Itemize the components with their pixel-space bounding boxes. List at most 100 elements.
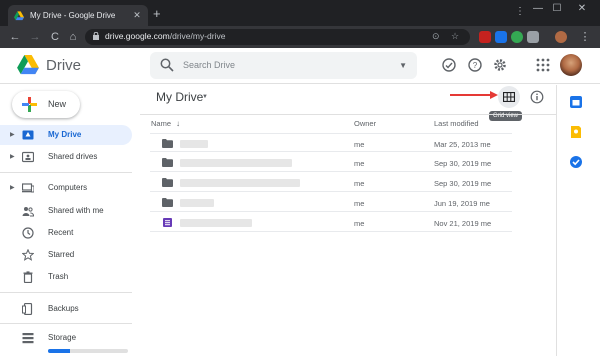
- sidebar-item-recent[interactable]: Recent: [0, 223, 132, 243]
- sidebar-item-storage[interactable]: Storage: [0, 328, 132, 348]
- home-button[interactable]: ⌂: [66, 30, 80, 44]
- bookmark-star-icon[interactable]: ☆: [451, 31, 459, 42]
- settings-gear-icon[interactable]: [492, 57, 508, 73]
- breadcrumb[interactable]: My Drive: [156, 90, 203, 104]
- help-icon[interactable]: ?: [467, 57, 483, 73]
- url-host: drive.google.com: [105, 31, 170, 41]
- folder-icon: [162, 198, 173, 207]
- sidebar-item-label: My Drive: [48, 130, 82, 139]
- column-header-owner[interactable]: Owner: [354, 119, 376, 128]
- drive-brand[interactable]: Drive: [46, 57, 81, 74]
- search-placeholder: Search Drive: [183, 60, 236, 70]
- sidebar-divider: [0, 172, 132, 173]
- new-tab-button[interactable]: +: [153, 7, 161, 20]
- people-icon: [22, 207, 34, 217]
- backups-icon: [22, 303, 33, 315]
- browser-menu-icon[interactable]: ⋮: [578, 30, 592, 44]
- storage-usage-fill: [48, 349, 71, 353]
- tasks-icon[interactable]: [569, 155, 583, 169]
- address-bar[interactable]: drive.google.com/drive/my-drive ⊙ ☆: [85, 29, 470, 45]
- side-panel: [556, 85, 600, 356]
- table-row[interactable]: me Jun 19, 2019 me: [150, 193, 512, 212]
- file-last-modified: Nov 21, 2019 me: [434, 219, 492, 228]
- maximize-button[interactable]: ☐: [547, 3, 567, 14]
- clock-icon: [22, 227, 34, 239]
- table-row[interactable]: me Sep 30, 2019 me: [150, 173, 512, 192]
- file-name-redacted: [180, 159, 292, 167]
- file-name-redacted: [180, 179, 300, 187]
- window-menu-icon[interactable]: ⋮: [510, 6, 530, 17]
- chevron-down-icon[interactable]: ▼: [202, 94, 208, 100]
- sidebar-item-trash[interactable]: Trash: [0, 267, 132, 287]
- file-owner: me: [354, 179, 365, 188]
- table-row[interactable]: me Mar 25, 2013 me: [150, 133, 512, 152]
- grid-view-tooltip: Grid view: [489, 111, 523, 121]
- tab-close-icon[interactable]: ✕: [132, 10, 142, 21]
- trash-icon: [23, 271, 33, 283]
- sidebar-item-backups[interactable]: Backups: [0, 299, 132, 319]
- extension-icon-grey[interactable]: [527, 31, 539, 43]
- search-icon[interactable]: [160, 58, 174, 72]
- forms-file-icon: [163, 218, 172, 227]
- new-button[interactable]: New: [12, 91, 80, 118]
- table-row[interactable]: me Sep 30, 2019 me: [150, 153, 512, 172]
- storage-usage-bar: [48, 349, 128, 353]
- grid-view-button[interactable]: [498, 86, 520, 108]
- sidebar-item-label: Shared with me: [48, 206, 104, 215]
- sidebar-item-computers[interactable]: ▶ Computers: [0, 178, 132, 198]
- search-input[interactable]: Search Drive ▼: [150, 52, 417, 79]
- file-owner: me: [354, 219, 365, 228]
- grid-view-icon: [503, 92, 515, 102]
- info-icon[interactable]: [530, 90, 544, 104]
- apps-grid-icon[interactable]: [535, 57, 551, 73]
- close-window-button[interactable]: ✕: [572, 3, 592, 14]
- extension-icon-red[interactable]: [479, 31, 491, 43]
- account-avatar[interactable]: [560, 54, 582, 76]
- sort-arrow-icon[interactable]: ↓: [176, 119, 180, 128]
- browser-tab[interactable]: My Drive - Google Drive ✕: [8, 5, 148, 26]
- file-owner: me: [354, 199, 365, 208]
- file-list-area: My Drive ▼ Grid view Name ↓ Owner Last m…: [140, 85, 556, 356]
- file-last-modified: Sep 30, 2019 me: [434, 159, 492, 168]
- forward-button[interactable]: →: [28, 30, 42, 44]
- cast-icon[interactable]: ⊙: [432, 31, 440, 42]
- file-name-redacted: [180, 199, 214, 207]
- reload-button[interactable]: C: [48, 30, 62, 44]
- file-owner: me: [354, 159, 365, 168]
- sidebar-item-label: Shared drives: [48, 152, 98, 161]
- offline-status-icon[interactable]: [441, 57, 457, 73]
- back-button[interactable]: ←: [8, 30, 22, 44]
- minimize-button[interactable]: —: [528, 3, 548, 14]
- expand-arrow-icon[interactable]: ▶: [10, 131, 15, 138]
- keep-icon[interactable]: [569, 125, 583, 139]
- table-row[interactable]: me Nov 21, 2019 me: [150, 213, 512, 232]
- sidebar-divider: [0, 323, 132, 324]
- folder-icon: [162, 139, 173, 148]
- file-last-modified: Sep 30, 2019 me: [434, 179, 492, 188]
- sidebar-item-shared-drives[interactable]: ▶ Shared drives: [0, 147, 132, 167]
- lock-icon: [93, 32, 99, 40]
- extension-icon-green[interactable]: [511, 31, 523, 43]
- expand-arrow-icon[interactable]: ▶: [10, 153, 15, 160]
- sidebar-item-shared-with-me[interactable]: Shared with me: [0, 201, 132, 221]
- search-options-icon[interactable]: ▼: [399, 61, 407, 70]
- sidebar-item-label: Storage: [48, 333, 77, 342]
- calendar-icon[interactable]: [569, 95, 583, 109]
- file-name-redacted: [180, 219, 252, 227]
- file-owner: me: [354, 140, 365, 149]
- extension-icon-blue[interactable]: [495, 31, 507, 43]
- sidebar-item-my-drive[interactable]: ▶ My Drive: [0, 125, 132, 145]
- expand-arrow-icon[interactable]: ▶: [10, 184, 15, 191]
- folder-icon: [162, 178, 173, 187]
- tab-title: My Drive - Google Drive: [30, 11, 116, 20]
- svg-text:?: ?: [473, 61, 478, 70]
- sidebar-item-starred[interactable]: Starred: [0, 245, 132, 265]
- column-header-name[interactable]: Name: [151, 119, 171, 128]
- profile-avatar-icon[interactable]: [555, 31, 567, 43]
- browser-toolbar: ← → C ⌂ drive.google.com/drive/my-drive …: [0, 26, 600, 48]
- drive-favicon-icon: [14, 10, 24, 20]
- file-last-modified: Mar 25, 2013 me: [434, 140, 491, 149]
- drive-logo-icon[interactable]: [17, 55, 39, 75]
- column-header-last-modified[interactable]: Last modified: [434, 119, 479, 128]
- star-icon: [22, 249, 34, 261]
